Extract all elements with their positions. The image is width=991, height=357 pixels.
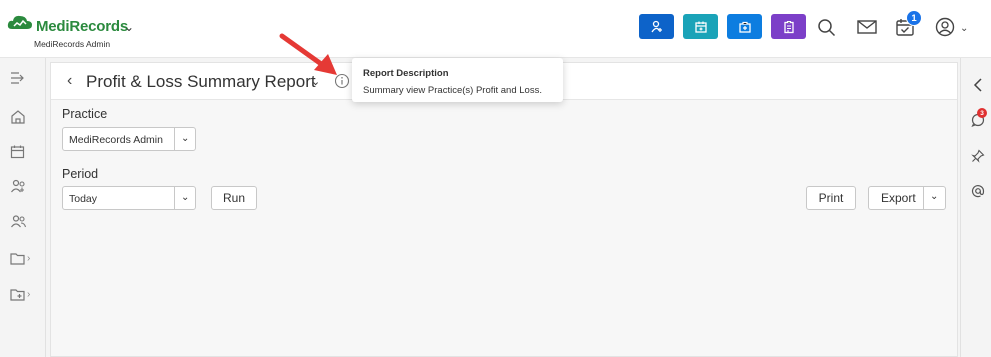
contacts-icon[interactable]	[10, 210, 36, 232]
at-mention-icon[interactable]	[969, 182, 987, 200]
chevron-down-icon[interactable]: ⌄	[124, 20, 134, 34]
left-sidebar: › ›	[0, 58, 46, 357]
period-select[interactable]: Today ⌄	[62, 186, 196, 210]
medirecords-logo[interactable]	[6, 12, 34, 34]
practice-select-value: MediRecords Admin	[69, 134, 163, 146]
add-person-icon	[650, 20, 662, 32]
comments-badge: 3	[977, 108, 987, 118]
back-chevron-icon[interactable]: ‹	[67, 72, 72, 90]
right-sidebar	[960, 58, 991, 357]
search-icon[interactable]	[815, 16, 837, 38]
report-panel: ‹ Profit & Loss Summary Report ⌄ Practic…	[50, 62, 958, 357]
report-description-tooltip: Report Description Summary view Practice…	[352, 58, 563, 102]
practice-label: Practice	[62, 107, 108, 121]
tooltip-body: Summary view Practice(s) Profit and Loss…	[363, 85, 542, 96]
pin-icon[interactable]	[969, 147, 987, 165]
period-label: Period	[62, 167, 99, 181]
practice-name: MediRecords Admin	[34, 39, 111, 49]
sidebar-item-folder-add[interactable]: ›	[10, 283, 36, 305]
cloud-logo-icon	[7, 15, 32, 29]
export-button[interactable]: Export ⌄	[868, 186, 946, 210]
top-header: MediRecords ⌄ MediRecords Admin 1 ⌄	[0, 0, 991, 58]
calendar-icon[interactable]	[10, 140, 36, 162]
add-patient-button[interactable]	[639, 14, 674, 39]
expand-sidebar-icon[interactable]	[10, 67, 36, 89]
print-button[interactable]: Print	[806, 186, 856, 210]
clipboard-icon	[783, 20, 794, 33]
practice-select[interactable]: MediRecords Admin ⌄	[62, 127, 196, 151]
chevron-right-icon: ›	[27, 288, 31, 300]
medical-kit-icon	[738, 21, 751, 33]
notification-badge: 1	[906, 10, 922, 26]
mail-icon[interactable]	[856, 16, 878, 38]
calendar-add-icon	[694, 21, 707, 33]
chevron-down-icon[interactable]: ⌄	[930, 191, 938, 202]
medical-case-button[interactable]	[727, 14, 762, 39]
home-icon[interactable]	[10, 105, 36, 127]
chevron-down-icon[interactable]: ⌄	[960, 23, 968, 34]
export-button-label: Export	[881, 191, 916, 205]
user-account-icon[interactable]	[934, 16, 956, 38]
patients-icon[interactable]	[10, 175, 36, 197]
collapse-panel-icon[interactable]	[969, 76, 987, 94]
chevron-down-icon: ⌄	[181, 192, 190, 203]
brand-name[interactable]: MediRecords	[36, 18, 128, 35]
folder-add-icon	[10, 288, 25, 301]
chevron-down-icon: ⌄	[181, 133, 190, 144]
appointment-button[interactable]	[683, 14, 718, 39]
chevron-right-icon: ›	[27, 252, 31, 264]
sidebar-item-folder[interactable]: ›	[10, 247, 36, 269]
tooltip-title: Report Description	[363, 68, 449, 79]
clipboard-button[interactable]	[771, 14, 806, 39]
run-button[interactable]: Run	[211, 186, 257, 210]
period-select-value: Today	[69, 193, 98, 205]
annotation-arrow-icon	[279, 33, 337, 75]
folder-icon	[10, 252, 25, 265]
